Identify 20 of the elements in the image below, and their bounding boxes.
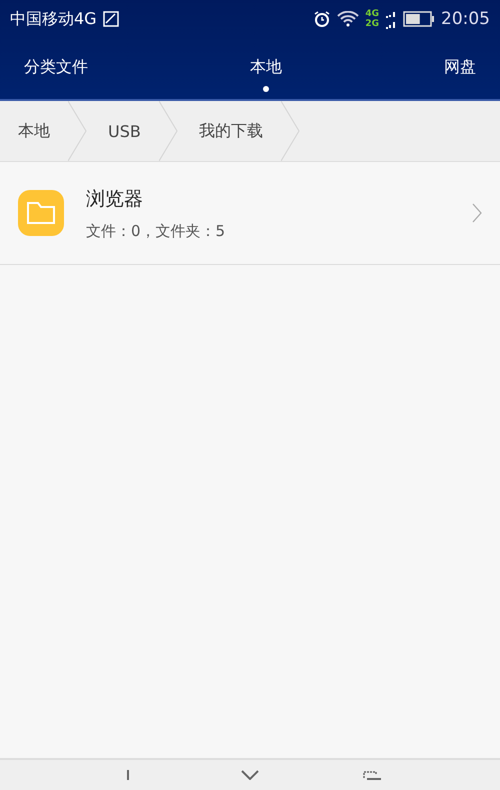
folder-name: 浏览器 [86,186,144,212]
tab[interactable]: 本地 [250,45,282,92]
carrier-name: 中国移动4G [10,8,97,30]
wifi-icon [337,11,360,27]
breadcrumb[interactable]: USB [90,122,159,140]
breadcrumb[interactable]: 本地 [0,120,68,142]
breadcrumb[interactable]: 我的下载 [180,120,281,142]
battery-icon [403,11,435,27]
alarm-icon [313,10,332,28]
folder-icon [18,190,64,236]
tab[interactable]: 网盘 [444,45,476,92]
network-type-label: 4G [365,9,379,19]
chevron-right-icon [472,203,482,223]
folder-row[interactable]: 浏览器 文件：0，文件夹：5 [0,162,500,265]
close-icon[interactable] [239,770,261,780]
image-icon [102,11,119,27]
network-type-label: 2G [365,19,379,29]
clock-time: 20:05 [441,9,490,29]
tab[interactable]: 分类文件 [24,45,88,92]
folder-details: 文件：0，文件夹：5 [86,222,226,240]
